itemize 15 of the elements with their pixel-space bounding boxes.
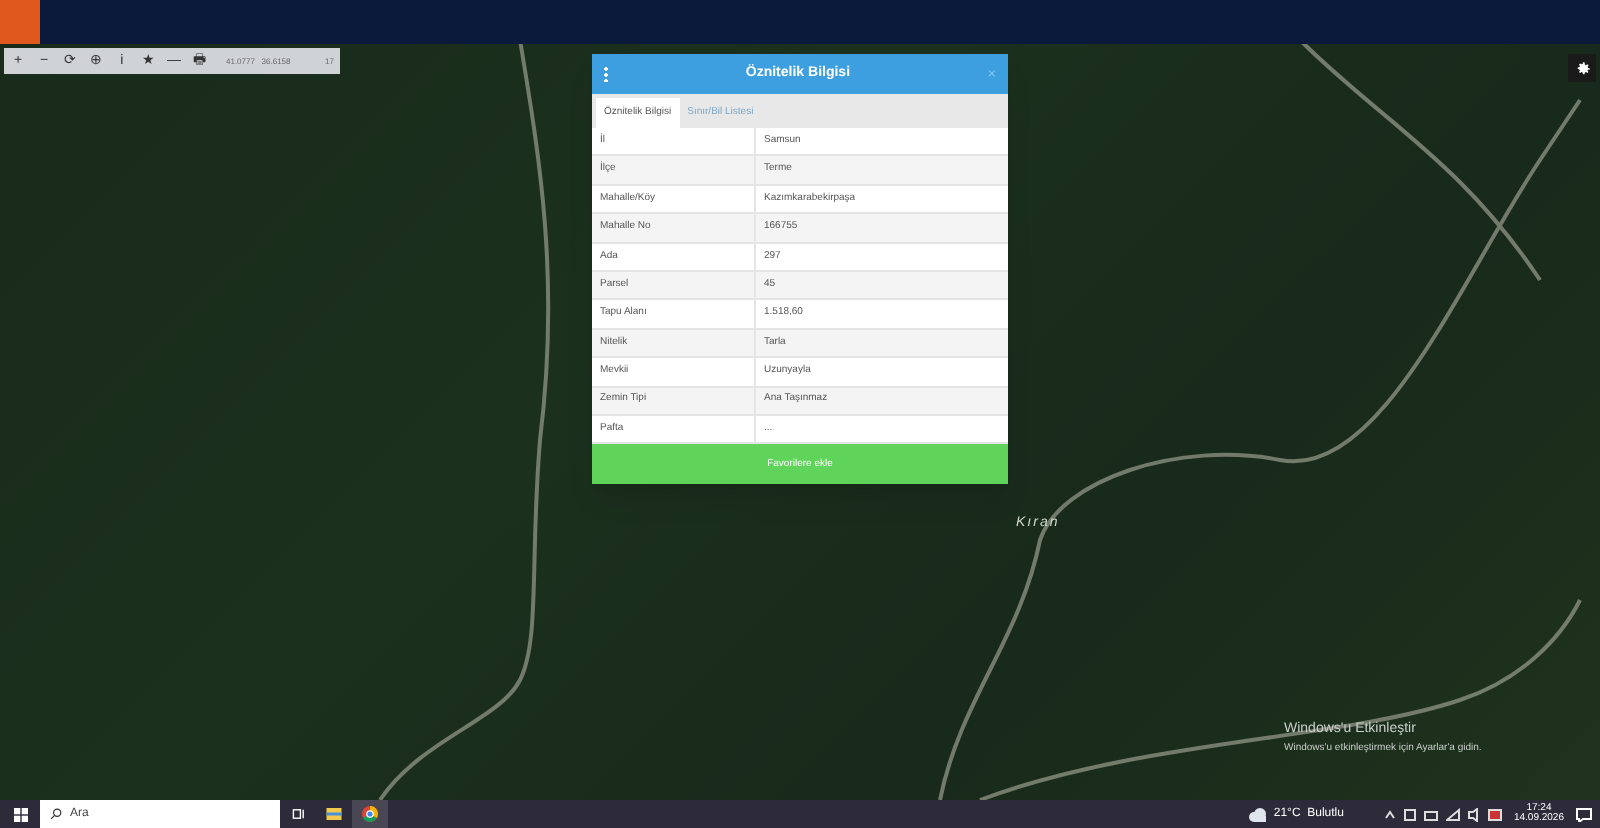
speaker-icon[interactable] (1467, 807, 1480, 821)
settings-icon (1573, 59, 1591, 77)
network-icon[interactable] (1445, 807, 1460, 821)
task-view-icon (291, 808, 305, 820)
browser-button[interactable] (352, 800, 388, 828)
search-icon (50, 808, 62, 820)
app-logo-icon (0, 0, 40, 44)
folder-icon (326, 808, 342, 820)
settings-button[interactable] (1568, 54, 1596, 82)
app-tray-icon[interactable] (1487, 807, 1502, 821)
windows-icon (13, 807, 27, 821)
notification-icon (1576, 807, 1592, 821)
browser-icon (362, 806, 378, 822)
cloud-icon (1247, 807, 1268, 821)
chevron-up-icon[interactable] (1383, 807, 1396, 821)
